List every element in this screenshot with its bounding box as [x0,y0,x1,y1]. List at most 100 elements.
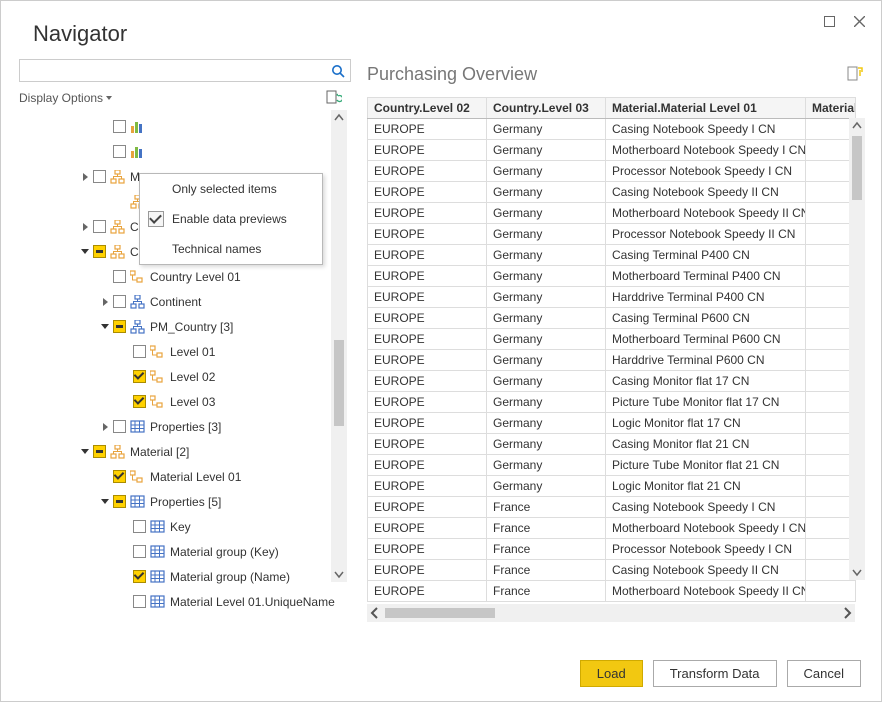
grid-scrollbar-vertical[interactable] [849,118,865,580]
table-row[interactable]: EUROPEGermanyLogic Monitor flat 21 CN [368,476,856,497]
table-cell: Casing Terminal P600 CN [606,308,806,329]
tree-node[interactable]: PM_Country [3] [19,314,347,339]
table-row[interactable]: EUROPEGermanyCasing Monitor flat 21 CN [368,434,856,455]
table-row[interactable]: EUROPEGermanyPicture Tube Monitor flat 2… [368,455,856,476]
checkbox[interactable] [93,170,106,183]
table-row[interactable]: EUROPEGermanyLogic Monitor flat 17 CN [368,413,856,434]
menu-item-enable-previews[interactable]: Enable data previews [140,204,322,234]
checkbox[interactable] [133,395,146,408]
table-row[interactable]: EUROPEGermanyCasing Terminal P600 CN [368,308,856,329]
tree-scrollbar[interactable] [331,110,347,582]
checkbox[interactable] [133,545,146,558]
table-row[interactable]: EUROPEFranceCasing Notebook Speedy II CN [368,560,856,581]
scrollbar-thumb[interactable] [385,608,495,618]
close-icon[interactable] [851,13,867,29]
expander-icon[interactable] [99,499,111,504]
tree-node[interactable]: Properties [5] [19,489,347,514]
display-options-dropdown[interactable]: Display Options [19,91,112,105]
table-row[interactable]: EUROPEGermanyMotherboard Notebook Speedy… [368,203,856,224]
column-header[interactable]: Material.Material Level 01 [606,98,806,119]
expander-icon[interactable] [99,298,111,306]
expander-icon[interactable] [79,173,91,181]
table-row[interactable]: EUROPEGermanyCasing Terminal P400 CN [368,245,856,266]
checkbox[interactable] [113,420,126,433]
expander-icon[interactable] [79,449,91,454]
tree-node[interactable]: Key [19,514,347,539]
table-row[interactable]: EUROPEFranceCasing Notebook Speedy I CN [368,497,856,518]
maximize-icon[interactable] [821,13,837,29]
cancel-button[interactable]: Cancel [787,660,861,687]
checkbox[interactable] [113,470,126,483]
tree-node[interactable] [19,139,347,164]
menu-item-only-selected[interactable]: Only selected items [140,174,322,204]
table-cell [806,413,856,434]
scrollbar-thumb[interactable] [334,340,344,426]
scroll-up-icon[interactable] [331,110,347,126]
menu-item-technical-names[interactable]: Technical names [140,234,322,264]
tree-node[interactable]: Level 01 [19,339,347,364]
tree-node[interactable]: Material [2] [19,439,347,464]
tree-node[interactable]: Continent [19,289,347,314]
blank-icon [148,241,164,257]
checkbox[interactable] [113,120,126,133]
checkbox[interactable] [133,570,146,583]
table-row[interactable]: EUROPEGermanyProcessor Notebook Speedy I… [368,161,856,182]
table-row[interactable]: EUROPEGermanyCasing Notebook Speedy II C… [368,182,856,203]
tree-node[interactable]: Properties [3] [19,414,347,439]
expander-icon[interactable] [79,223,91,231]
expander-icon[interactable] [99,324,111,329]
checkbox[interactable] [113,320,126,333]
table-row[interactable]: EUROPEFranceProcessor Notebook Speedy I … [368,539,856,560]
table-cell: Germany [487,371,606,392]
grid-scrollbar-horizontal[interactable] [367,604,855,622]
scroll-left-icon[interactable] [367,605,383,621]
checkbox[interactable] [133,520,146,533]
transform-data-button[interactable]: Transform Data [653,660,777,687]
table-row[interactable]: EUROPEGermanyPicture Tube Monitor flat 1… [368,392,856,413]
checkbox[interactable] [113,270,126,283]
checkbox[interactable] [133,595,146,608]
scroll-right-icon[interactable] [839,605,855,621]
search-input[interactable] [19,59,351,82]
tree-node[interactable]: Level 03 [19,389,347,414]
tree-node[interactable] [19,114,347,139]
tree-node[interactable]: Level 02 [19,364,347,389]
tree-node[interactable]: Material Level 01 [19,464,347,489]
load-button[interactable]: Load [580,660,643,687]
checkbox[interactable] [93,445,106,458]
table-row[interactable]: EUROPEGermanyCasing Notebook Speedy I CN [368,119,856,140]
checkbox[interactable] [113,495,126,508]
blank-icon [148,181,164,197]
table-row[interactable]: EUROPEGermanyMotherboard Terminal P600 C… [368,329,856,350]
tree-node[interactable]: Material group (Key) [19,539,347,564]
table-row[interactable]: EUROPEGermanyCasing Monitor flat 17 CN [368,371,856,392]
checkbox[interactable] [113,295,126,308]
table-cell: Germany [487,308,606,329]
table-row[interactable]: EUROPEGermanyHarddrive Terminal P400 CN [368,287,856,308]
scroll-down-icon[interactable] [849,564,865,580]
scroll-up-icon[interactable] [849,118,865,134]
checkbox[interactable] [93,220,106,233]
tree-node[interactable]: Material Level 01.UniqueName [19,589,347,614]
checkbox[interactable] [113,145,126,158]
scrollbar-thumb[interactable] [852,136,862,200]
tree-node[interactable]: Material group (Name) [19,564,347,589]
table-row[interactable]: EUROPEGermanyHarddrive Terminal P600 CN [368,350,856,371]
scroll-down-icon[interactable] [331,566,347,582]
table-row[interactable]: EUROPEGermanyMotherboard Terminal P400 C… [368,266,856,287]
table-row[interactable]: EUROPEGermanyMotherboard Notebook Speedy… [368,140,856,161]
column-header[interactable]: Country.Level 03 [487,98,606,119]
table-row[interactable]: EUROPEFranceMotherboard Notebook Speedy … [368,518,856,539]
column-header[interactable]: Material [806,98,856,119]
checkbox[interactable] [93,245,106,258]
expander-icon[interactable] [79,249,91,254]
export-icon[interactable] [847,66,863,82]
checkbox[interactable] [133,345,146,358]
refresh-icon[interactable] [323,90,345,106]
checkbox[interactable] [133,370,146,383]
column-header[interactable]: Country.Level 02 [368,98,487,119]
tree-node[interactable]: Country Level 01 [19,264,347,289]
expander-icon[interactable] [99,423,111,431]
table-row[interactable]: EUROPEGermanyProcessor Notebook Speedy I… [368,224,856,245]
table-row[interactable]: EUROPEFranceMotherboard Notebook Speedy … [368,581,856,602]
